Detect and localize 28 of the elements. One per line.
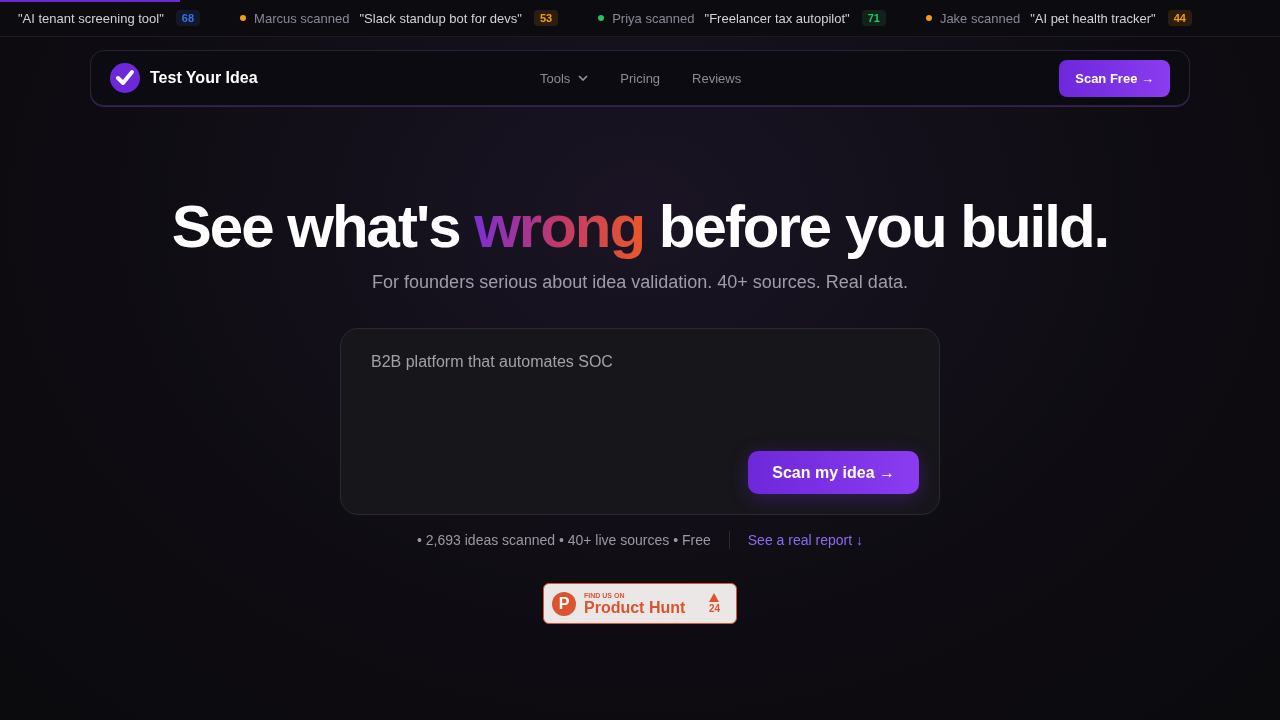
- brand-name[interactable]: Test Your Idea: [150, 69, 258, 87]
- checkmark-logo-icon: [110, 63, 140, 93]
- badge-title: Product Hunt: [584, 598, 687, 616]
- stats-text: • 2,693 ideas scanned • 40+ live sources • Free: [417, 532, 711, 548]
- headline: See what's wrong before you build.: [171, 192, 1109, 262]
- idea-title: "AI tenant screening tool": [18, 10, 164, 26]
- idea-title: "AI pet health tracker": [1030, 10, 1156, 26]
- vote-count: 24: [708, 603, 720, 614]
- score-badge: 53: [533, 10, 559, 26]
- user-name: Jake scanned: [939, 10, 1021, 26]
- idea-input-field[interactable]: B2B platform that automates SOC Scan my idea →: [340, 328, 940, 515]
- idea-title: "Slack standup bot for devs": [359, 10, 522, 26]
- subtitle: For founders serious about idea validation. 40+ sources. Real data.: [372, 272, 908, 293]
- scan-button[interactable]: Scan my idea →: [748, 451, 919, 494]
- score-badge: 71: [861, 10, 886, 26]
- report-link[interactable]: See a real report ↓: [747, 532, 863, 548]
- upvote-icon: [709, 593, 720, 602]
- idea-title: "Freelancer tax autopilot": [704, 10, 850, 26]
- nav-link[interactable]: Tools: [540, 70, 589, 86]
- chevron-down-icon: [578, 75, 589, 81]
- score-badge: 44: [1167, 10, 1192, 26]
- nav-link[interactable]: Reviews: [692, 70, 742, 86]
- product-hunt-logo-icon: P: [552, 591, 576, 616]
- user-name: Marcus scanned: [254, 10, 350, 26]
- user-name: Priya scanned: [612, 10, 695, 26]
- scan-free-button[interactable]: Scan Free →: [1059, 59, 1170, 97]
- nav-link[interactable]: Pricing: [620, 70, 661, 86]
- score-badge: 68: [175, 10, 201, 26]
